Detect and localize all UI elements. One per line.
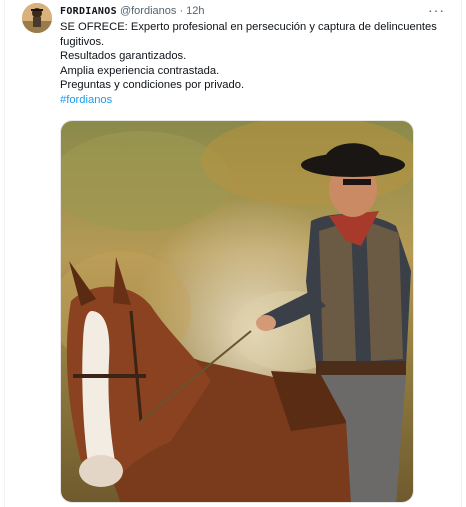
tweet-line: Resultados garantizados. — [60, 50, 187, 63]
tweet-line: Amplia experiencia contrastada. — [60, 64, 220, 77]
separator-dot: · — [179, 5, 184, 17]
hashtag-link[interactable]: #fordianos — [60, 94, 112, 106]
author-name[interactable]: FORDIANOS — [60, 6, 117, 17]
tweet-line: Preguntas y condiciones por privado. — [60, 79, 245, 92]
author-handle[interactable]: @fordianos — [120, 5, 176, 17]
avatar-image — [22, 3, 52, 33]
more-icon[interactable]: ··· — [428, 2, 445, 18]
tweet-text: SE OFRECE: Experto profesional en persec… — [60, 20, 452, 108]
tweet-time[interactable]: 12h — [186, 5, 204, 17]
tweet-line: SE OFRECE: Experto profesional en persec… — [60, 21, 437, 48]
tweet-photo[interactable] — [60, 120, 414, 503]
tweet-header: FORDIANOS @fordianos · 12h — [60, 4, 421, 18]
tweet-card[interactable]: FORDIANOS @fordianos · 12h ··· SE OFRECE… — [4, 0, 462, 507]
avatar[interactable] — [22, 3, 52, 33]
cowboy-on-horse-image — [61, 121, 413, 502]
